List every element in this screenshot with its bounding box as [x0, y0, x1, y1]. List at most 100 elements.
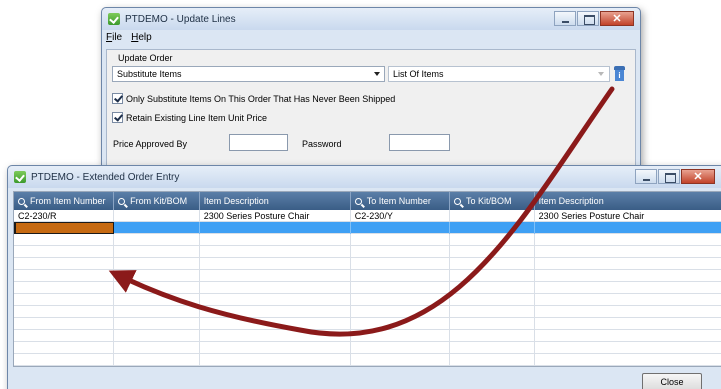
- grid-cell[interactable]: [535, 294, 721, 306]
- maximize-icon[interactable]: [658, 169, 680, 184]
- search-icon[interactable]: [118, 197, 126, 205]
- table-row-empty[interactable]: [14, 330, 721, 342]
- grid-cell[interactable]: [200, 330, 351, 342]
- grid-cell[interactable]: [450, 294, 535, 306]
- checkbox-box[interactable]: [112, 93, 123, 104]
- price-approved-input[interactable]: [229, 134, 288, 151]
- grid-cell[interactable]: [535, 246, 721, 258]
- grid-cell[interactable]: [450, 306, 535, 318]
- col-to-item-number[interactable]: To Item Number: [351, 192, 450, 210]
- grid-cell[interactable]: [114, 234, 200, 246]
- table-row-empty[interactable]: [14, 282, 721, 294]
- grid-cell[interactable]: [200, 270, 351, 282]
- action-select[interactable]: Substitute Items: [112, 66, 385, 82]
- close-icon[interactable]: ✕: [681, 169, 715, 184]
- grid-cell[interactable]: [114, 270, 200, 282]
- grid-cell[interactable]: [450, 354, 535, 366]
- table-row-empty[interactable]: [14, 294, 721, 306]
- grid-cell[interactable]: [351, 330, 450, 342]
- grid-cell[interactable]: [14, 258, 115, 270]
- grid-cell[interactable]: [450, 342, 535, 354]
- grid-cell[interactable]: [14, 282, 115, 294]
- never-shipped-checkbox[interactable]: Only Substitute Items On This Order That…: [112, 93, 395, 104]
- cell-to-kit[interactable]: [450, 222, 535, 234]
- cell-to-item[interactable]: [351, 222, 450, 234]
- update-lines-titlebar[interactable]: PTDEMO - Update Lines ✕: [102, 8, 640, 30]
- grid-cell[interactable]: [200, 258, 351, 270]
- table-row-empty[interactable]: [14, 270, 721, 282]
- table-row-empty[interactable]: [14, 342, 721, 354]
- grid-cell[interactable]: [450, 234, 535, 246]
- list-select[interactable]: List Of Items: [388, 66, 610, 82]
- grid-cell[interactable]: [535, 318, 721, 330]
- grid-cell[interactable]: [450, 246, 535, 258]
- cell-to-item[interactable]: C2-230/Y: [351, 210, 450, 222]
- grid-cell[interactable]: [14, 270, 115, 282]
- search-icon[interactable]: [453, 197, 461, 205]
- grid-cell[interactable]: [114, 318, 200, 330]
- grid-cell[interactable]: [351, 342, 450, 354]
- cell-from-kit[interactable]: [114, 222, 200, 234]
- grid-cell[interactable]: [200, 234, 351, 246]
- search-icon[interactable]: [18, 197, 25, 205]
- order-entry-titlebar[interactable]: PTDEMO - Extended Order Entry ✕: [8, 166, 721, 188]
- grid-cell[interactable]: [14, 330, 115, 342]
- grid-cell[interactable]: [535, 234, 721, 246]
- close-button[interactable]: Close: [642, 373, 702, 389]
- grid-cell[interactable]: [535, 306, 721, 318]
- checkbox-box[interactable]: [112, 112, 123, 123]
- grid-cell[interactable]: [351, 270, 450, 282]
- table-row[interactable]: C2-230/R 2300 Series Posture Chair C2-23…: [14, 210, 721, 222]
- retain-price-checkbox[interactable]: Retain Existing Line Item Unit Price: [112, 112, 267, 123]
- grid-cell[interactable]: [114, 246, 200, 258]
- grid-cell[interactable]: [535, 270, 721, 282]
- col-from-item-number[interactable]: From Item Number: [14, 192, 115, 210]
- cell-from-desc[interactable]: 2300 Series Posture Chair: [200, 210, 351, 222]
- info-icon[interactable]: i: [614, 66, 625, 81]
- table-row-empty[interactable]: [14, 246, 721, 258]
- cell-from-item[interactable]: C2-230/R: [14, 210, 115, 222]
- grid-cell[interactable]: [351, 282, 450, 294]
- cell-from-kit[interactable]: [114, 210, 200, 222]
- grid-cell[interactable]: [14, 306, 115, 318]
- close-icon[interactable]: ✕: [600, 11, 634, 26]
- table-row-selected[interactable]: [14, 222, 721, 234]
- grid-cell[interactable]: [450, 282, 535, 294]
- grid-cell[interactable]: [535, 258, 721, 270]
- maximize-icon[interactable]: [577, 11, 599, 26]
- cell-to-desc[interactable]: 2300 Series Posture Chair: [535, 210, 721, 222]
- grid-cell[interactable]: [200, 318, 351, 330]
- cell-to-kit[interactable]: [450, 210, 535, 222]
- col-to-kit-bom[interactable]: To Kit/BOM: [450, 192, 535, 210]
- grid-cell[interactable]: [351, 258, 450, 270]
- grid-cell[interactable]: [200, 342, 351, 354]
- table-row-empty[interactable]: [14, 234, 721, 246]
- col-item-description[interactable]: Item Description: [200, 192, 351, 210]
- grid-cell[interactable]: [114, 330, 200, 342]
- minimize-icon[interactable]: [554, 11, 576, 26]
- grid-cell[interactable]: [14, 342, 115, 354]
- grid-cell[interactable]: [200, 246, 351, 258]
- search-icon[interactable]: [354, 197, 362, 205]
- password-input[interactable]: [389, 134, 450, 151]
- grid-cell[interactable]: [351, 354, 450, 366]
- grid-cell[interactable]: [14, 294, 115, 306]
- grid-cell[interactable]: [351, 246, 450, 258]
- grid-cell[interactable]: [200, 282, 351, 294]
- grid-cell[interactable]: [114, 258, 200, 270]
- grid-cell[interactable]: [535, 282, 721, 294]
- menu-file[interactable]: File: [106, 32, 122, 43]
- grid-cell[interactable]: [200, 306, 351, 318]
- grid-cell[interactable]: [450, 330, 535, 342]
- cell-to-desc[interactable]: [535, 222, 721, 234]
- menu-help[interactable]: Help: [131, 32, 152, 43]
- grid-cell[interactable]: [535, 330, 721, 342]
- col-from-kit-bom[interactable]: From Kit/BOM: [114, 192, 200, 210]
- col-item-description-2[interactable]: Item Description: [535, 192, 721, 210]
- grid-cell[interactable]: [450, 318, 535, 330]
- grid-cell[interactable]: [14, 234, 115, 246]
- grid-cell[interactable]: [450, 258, 535, 270]
- grid-cell[interactable]: [351, 318, 450, 330]
- minimize-icon[interactable]: [635, 169, 657, 184]
- grid-cell[interactable]: [114, 354, 200, 366]
